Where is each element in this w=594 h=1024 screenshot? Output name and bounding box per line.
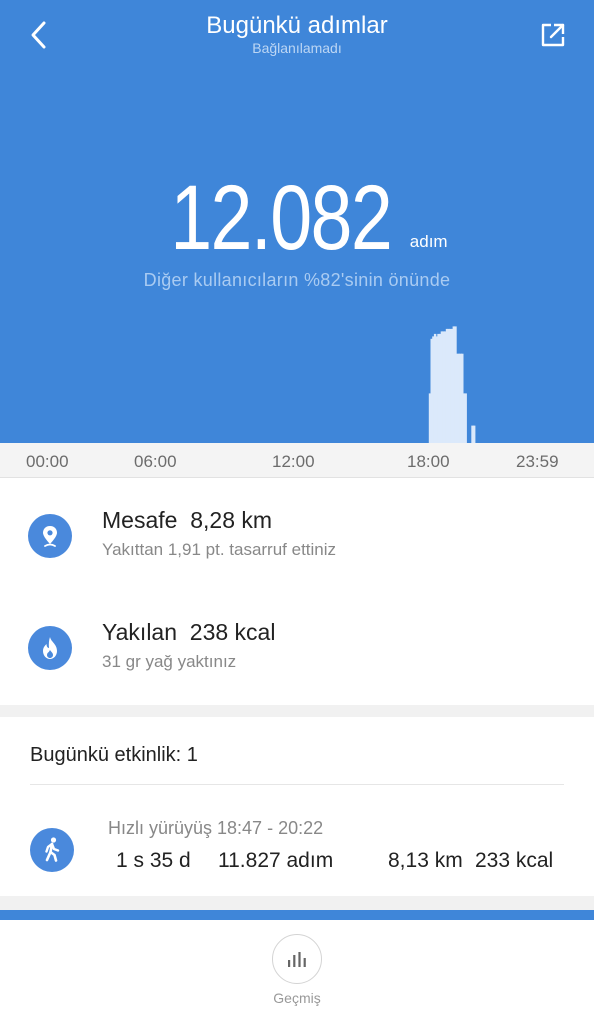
steps-header-panel: Bugünkü adımlar Bağlanılamadı 12.082 adım… bbox=[0, 0, 594, 443]
location-pin-icon bbox=[28, 514, 72, 558]
tick-label: 00:00 bbox=[26, 452, 69, 471]
connection-status: Bağlanılamadı bbox=[252, 40, 342, 56]
history-tab-label: Geçmiş bbox=[273, 990, 321, 1006]
activity-name: Hızlı yürüyüş 18:47 - 20:22 bbox=[108, 818, 324, 838]
chart-bar bbox=[473, 425, 476, 443]
walking-icon bbox=[30, 828, 74, 872]
step-count-value: 12.082 bbox=[170, 167, 394, 269]
share-icon bbox=[541, 23, 565, 47]
step-count-unit: adım bbox=[409, 232, 448, 251]
tick-label: 18:00 bbox=[407, 452, 450, 471]
activity-steps: 11.827 adım bbox=[218, 849, 334, 872]
distance-row: Mesafe 8,28 km Yakıttan 1,91 pt. tasarru… bbox=[0, 480, 594, 592]
accent-bar bbox=[0, 910, 594, 920]
section-separator bbox=[0, 705, 594, 717]
tick-label: 23:59 bbox=[516, 452, 559, 471]
tick-label: 06:00 bbox=[134, 452, 177, 471]
activity-distance: 8,13 km bbox=[388, 849, 463, 872]
fuel-saving-text: Yakıttan 1,91 pt. tasarruf ettiniz bbox=[102, 540, 337, 559]
distance-value: Mesafe 8,28 km bbox=[102, 507, 272, 534]
step-count: 12.082 adım bbox=[0, 166, 594, 271]
activity-duration: 1 s 35 d bbox=[116, 849, 191, 872]
page-title: Bugünkü adımlar bbox=[206, 12, 388, 39]
bar-chart-icon bbox=[288, 952, 306, 967]
calories-amount: 238 kcal bbox=[189, 619, 276, 645]
activity-section-title: Bugünkü etkinlik: 1 bbox=[30, 744, 198, 766]
history-tab-button[interactable] bbox=[272, 934, 322, 984]
divider bbox=[30, 784, 564, 785]
share-button[interactable] bbox=[536, 18, 570, 52]
distance-amount: 8,28 km bbox=[190, 507, 273, 533]
tick-label: 12:00 bbox=[272, 452, 315, 471]
activity-calories: 233 kcal bbox=[475, 849, 554, 872]
tab-bar: Geçmiş bbox=[0, 920, 594, 1024]
fat-burn-text: 31 gr yağ yaktınız bbox=[102, 652, 237, 671]
distance-label: Mesafe bbox=[102, 507, 178, 533]
calories-row: Yakılan 238 kcal 31 gr yağ yaktınız bbox=[0, 592, 594, 705]
timeline-axis: 00:00 06:00 12:00 18:00 23:59 bbox=[0, 443, 594, 478]
flame-icon bbox=[28, 626, 72, 670]
ranking-text: Diğer kullanıcıların %82'sinin önünde bbox=[143, 270, 451, 290]
calories-label: Yakılan bbox=[102, 619, 178, 645]
calories-value: Yakılan 238 kcal bbox=[102, 619, 275, 646]
chart-bar bbox=[464, 393, 467, 443]
